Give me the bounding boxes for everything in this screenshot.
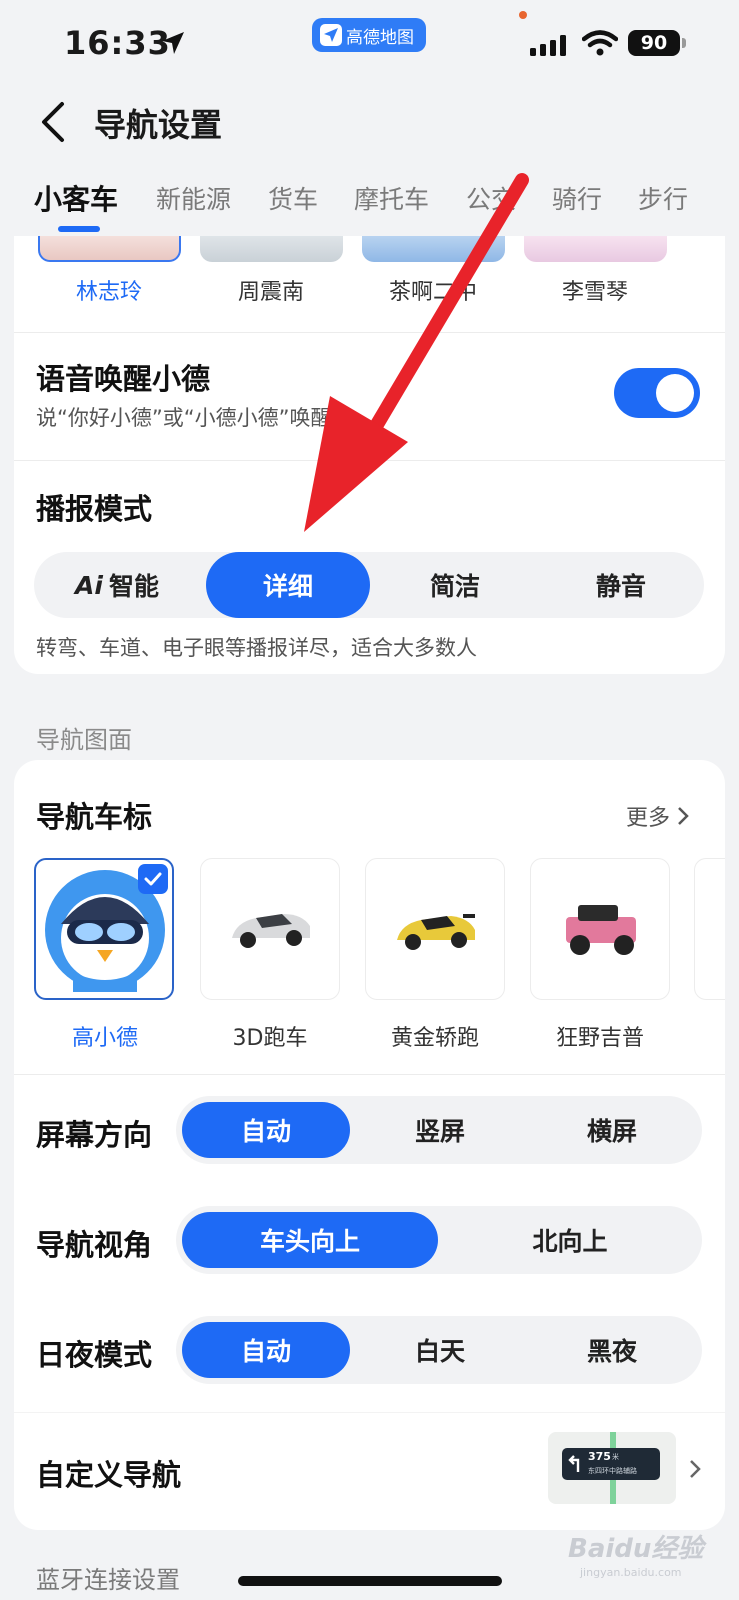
custom-nav-preview[interactable]: 375 米 东四环中路辅路 xyxy=(548,1432,676,1504)
toggle-knob xyxy=(656,374,694,412)
orientation-option-landscape[interactable]: 横屏 xyxy=(528,1096,696,1164)
broadcast-mode-segmented: Ai 智能 详细 简洁 静音 xyxy=(34,552,704,618)
baidu-watermark: Baidu经验 xyxy=(568,1534,704,1564)
chevron-right-icon xyxy=(678,807,689,825)
yellow-coupe-icon xyxy=(397,914,475,950)
pink-jeep-icon xyxy=(566,905,636,955)
nav-perspective-segmented: 车头向上 北向上 xyxy=(176,1206,702,1274)
broadcast-mode-description: 转弯、车道、电子眼等播报详尽，适合大多数人 xyxy=(36,636,477,660)
app-logo-icon xyxy=(320,24,342,46)
status-bar: 16:33 高德地图 90 xyxy=(0,0,739,88)
tab-cycling[interactable]: 骑行 xyxy=(552,180,602,216)
app-return-badge[interactable]: 高德地图 xyxy=(312,18,426,52)
marker-name[interactable]: 3D跑车 xyxy=(195,1020,345,1052)
marker-name-selected[interactable]: 高小德 xyxy=(30,1020,180,1052)
preview-unit: 米 xyxy=(612,1453,619,1461)
location-arrow-icon xyxy=(162,32,184,54)
day-night-title: 日夜模式 xyxy=(36,1338,153,1372)
voice-wake-title: 语音唤醒小德 xyxy=(36,362,211,396)
section-label-nav-view: 导航图面 xyxy=(36,726,132,754)
voice-name[interactable]: 李雪琴 xyxy=(520,274,670,306)
broadcast-option-concise[interactable]: 简洁 xyxy=(372,552,538,618)
wifi-icon xyxy=(582,30,618,56)
broadcast-option-detailed[interactable]: 详细 xyxy=(206,552,370,618)
page-title: 导航设置 xyxy=(94,106,223,144)
back-chevron-icon[interactable] xyxy=(38,100,68,144)
marker-name[interactable]: 狂野吉普 xyxy=(525,1020,675,1052)
voice-thumb-lixueqin[interactable] xyxy=(524,236,667,262)
voice-thumb-linzhiling[interactable] xyxy=(38,236,181,262)
divider xyxy=(14,1074,725,1075)
checkmark-icon xyxy=(138,864,168,894)
more-label: 更多 xyxy=(626,806,671,831)
orientation-option-auto[interactable]: 自动 xyxy=(182,1102,350,1158)
marker-name[interactable]: 黄金轿跑 xyxy=(360,1020,510,1052)
car-marker-more-link[interactable]: 更多 xyxy=(626,800,690,832)
section-label-bluetooth: 蓝牙连接设置 xyxy=(36,1566,180,1594)
daynight-option-auto[interactable]: 自动 xyxy=(182,1322,350,1378)
preview-guidance-panel: 375 米 东四环中路辅路 xyxy=(562,1448,660,1480)
car-marker-title: 导航车标 xyxy=(36,800,153,834)
app-badge-label: 高德地图 xyxy=(346,27,414,48)
marker-tile-wild-jeep[interactable] xyxy=(530,858,670,1000)
daynight-option-day[interactable]: 白天 xyxy=(356,1316,524,1384)
battery-tip xyxy=(682,38,686,48)
tab-walking[interactable]: 步行 xyxy=(638,180,688,216)
broadcast-option-smart[interactable]: Ai 智能 xyxy=(34,552,200,618)
perspective-option-north-up[interactable]: 北向上 xyxy=(442,1206,698,1274)
home-indicator[interactable] xyxy=(238,1576,502,1586)
marker-tile-golden-coupe[interactable] xyxy=(365,858,505,1000)
active-tab-indicator xyxy=(58,226,100,232)
orientation-option-portrait[interactable]: 竖屏 xyxy=(356,1096,524,1164)
day-night-segmented: 自动 白天 黑夜 xyxy=(176,1316,702,1384)
cellular-signal-icon xyxy=(530,35,566,56)
perspective-option-heading-up[interactable]: 车头向上 xyxy=(182,1212,438,1268)
marker-tile-3d-sports-car[interactable] xyxy=(200,858,340,1000)
battery-indicator: 90 xyxy=(628,30,680,56)
preview-road: 东四环中路辅路 xyxy=(588,1467,637,1475)
daynight-option-night[interactable]: 黑夜 xyxy=(528,1316,696,1384)
screen-orientation-title: 屏幕方向 xyxy=(36,1118,153,1152)
nav-perspective-title: 导航视角 xyxy=(36,1228,153,1262)
screen-orientation-segmented: 自动 竖屏 横屏 xyxy=(176,1096,702,1164)
chevron-right-icon[interactable] xyxy=(688,1458,702,1480)
voice-wake-toggle[interactable] xyxy=(614,368,700,418)
red-arrow-annotation xyxy=(304,173,529,532)
baidu-watermark-domain: jingyan.baidu.com xyxy=(580,1566,682,1579)
status-time: 16:33 xyxy=(64,24,171,62)
marker-tile-partial[interactable] xyxy=(694,858,725,1000)
tab-new-energy[interactable]: 新能源 xyxy=(156,180,231,216)
ai-logo-icon: Ai xyxy=(75,570,103,600)
turn-left-icon xyxy=(568,1455,580,1472)
privacy-indicator-dot xyxy=(519,11,527,19)
broadcast-mode-title: 播报模式 xyxy=(36,492,153,526)
silver-sports-car-icon xyxy=(232,914,310,948)
divider xyxy=(14,1412,725,1413)
custom-nav-title[interactable]: 自定义导航 xyxy=(36,1452,181,1494)
broadcast-option-smart-label: 智能 xyxy=(108,572,159,601)
broadcast-option-mute[interactable]: 静音 xyxy=(538,552,704,618)
tab-car[interactable]: 小客车 xyxy=(34,178,118,218)
preview-distance: 375 xyxy=(588,1450,611,1463)
voice-name-selected[interactable]: 林志玲 xyxy=(34,274,184,306)
